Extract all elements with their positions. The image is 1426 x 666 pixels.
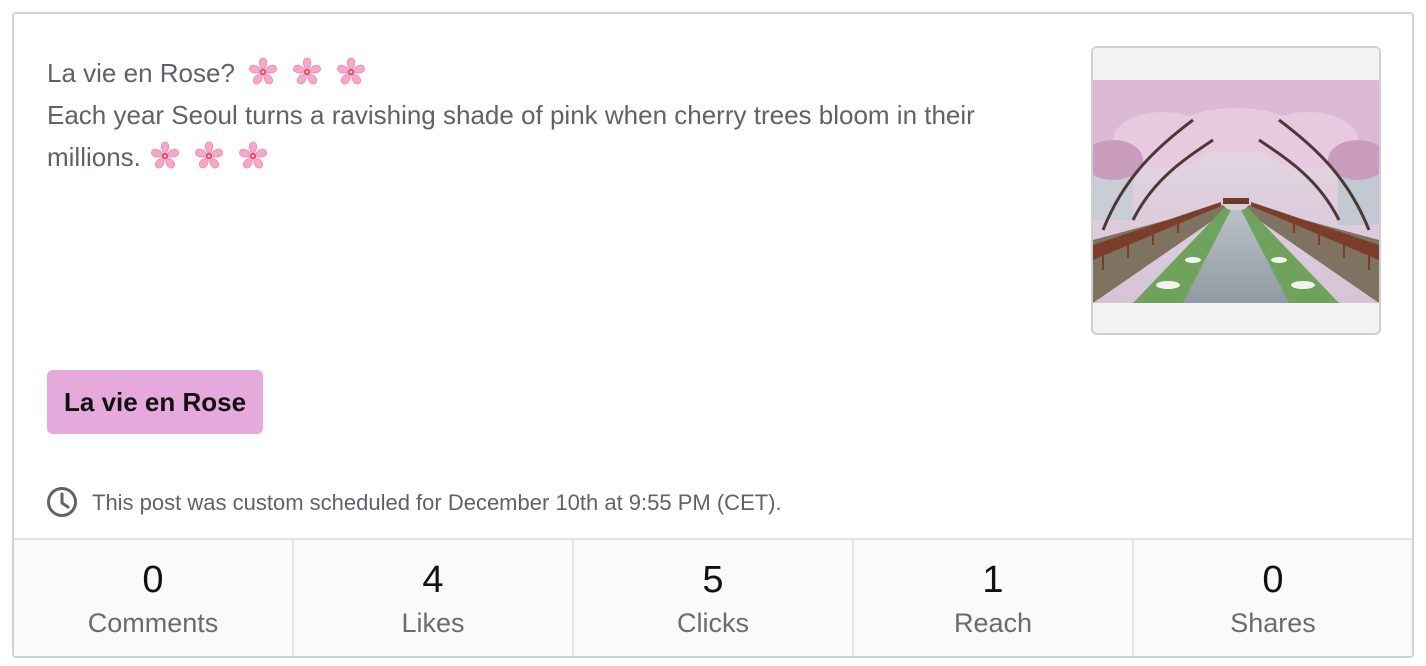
stat-label: Shares [1230, 608, 1316, 638]
stat-value: 0 [1262, 559, 1284, 601]
stat-reach[interactable]: 1 Reach [854, 540, 1134, 656]
post-card: La vie en Rose? Each year Seoul turns a … [12, 12, 1414, 658]
stat-clicks[interactable]: 5 Clicks [574, 540, 854, 656]
stat-value: 1 [982, 559, 1004, 601]
cherry-blossom-icon [193, 140, 225, 172]
stat-value: 5 [702, 559, 724, 601]
cherry-blossom-canal-image [1093, 80, 1379, 303]
schedule-info: This post was custom scheduled for Decem… [46, 486, 782, 520]
tag-button[interactable]: La vie en Rose [47, 370, 264, 434]
post-body-line: Each year Seoul turns a ravishing shade … [47, 100, 975, 130]
cherry-blossom-icon [149, 140, 181, 172]
schedule-text: This post was custom scheduled for Decem… [92, 490, 782, 515]
cherry-blossom-icon [237, 140, 269, 172]
stats-bar: 0 Comments 4 Likes 5 Clicks 1 Reach 0 Sh… [14, 538, 1412, 656]
stat-value: 0 [142, 559, 164, 601]
stat-label: Likes [401, 608, 465, 638]
post-title-line: La vie en Rose? [47, 52, 1057, 94]
post-text: La vie en Rose? Each year Seoul turns a … [47, 52, 1057, 178]
stat-label: Clicks [677, 608, 749, 638]
cherry-blossom-icon [335, 56, 367, 88]
stat-comments[interactable]: 0 Comments [14, 540, 294, 656]
stat-shares[interactable]: 0 Shares [1134, 540, 1412, 656]
cherry-blossom-icon [247, 56, 279, 88]
stat-value: 4 [422, 559, 444, 601]
cherry-blossom-icon [291, 56, 323, 88]
post-body-text-2: millions. [47, 142, 141, 172]
stat-likes[interactable]: 4 Likes [294, 540, 574, 656]
post-body-line-2: millions. [47, 136, 1057, 178]
stat-label: Comments [87, 608, 219, 638]
post-image-thumbnail[interactable] [1091, 46, 1381, 335]
post-title-text: La vie en Rose? [47, 58, 235, 88]
stat-label: Reach [953, 608, 1033, 638]
clock-icon [47, 487, 77, 518]
